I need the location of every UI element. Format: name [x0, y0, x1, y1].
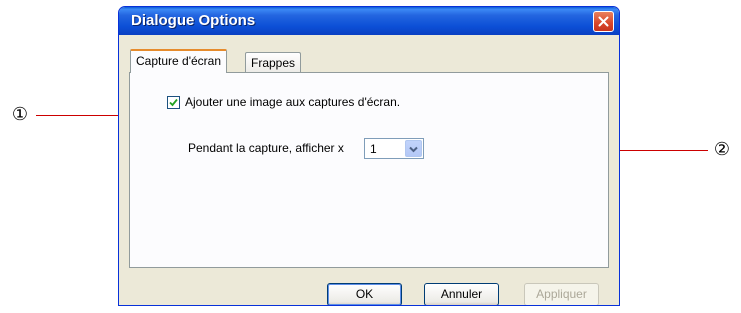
checkmark-icon [169, 94, 178, 112]
add-image-checkbox[interactable] [167, 96, 180, 109]
chevron-down-icon [409, 140, 418, 158]
callout-1: ① [11, 104, 29, 125]
options-dialog: Dialogue Options Capture d'écran Frappes… [118, 6, 620, 306]
tab-frappes[interactable]: Frappes [245, 52, 302, 73]
callout-2: ② [713, 139, 731, 160]
title-bar[interactable]: Dialogue Options [119, 7, 619, 35]
tab-capture-ecran[interactable]: Capture d'écran [130, 49, 228, 73]
zoom-select-value: 1 [370, 142, 377, 156]
zoom-select[interactable]: 1 [364, 138, 424, 159]
ok-button[interactable]: OK [327, 283, 402, 305]
close-button[interactable] [593, 11, 614, 32]
zoom-label: Pendant la capture, afficher x [188, 141, 344, 155]
window-title: Dialogue Options [131, 12, 256, 29]
zoom-dropdown-button[interactable] [405, 140, 422, 157]
close-icon [598, 16, 609, 27]
add-image-label[interactable]: Ajouter une image aux captures d'écran. [185, 95, 400, 109]
dialog-body: Capture d'écran Frappes Ajouter une imag… [119, 35, 619, 305]
apply-button[interactable]: Appliquer [524, 283, 599, 305]
cancel-button[interactable]: Annuler [424, 283, 499, 305]
